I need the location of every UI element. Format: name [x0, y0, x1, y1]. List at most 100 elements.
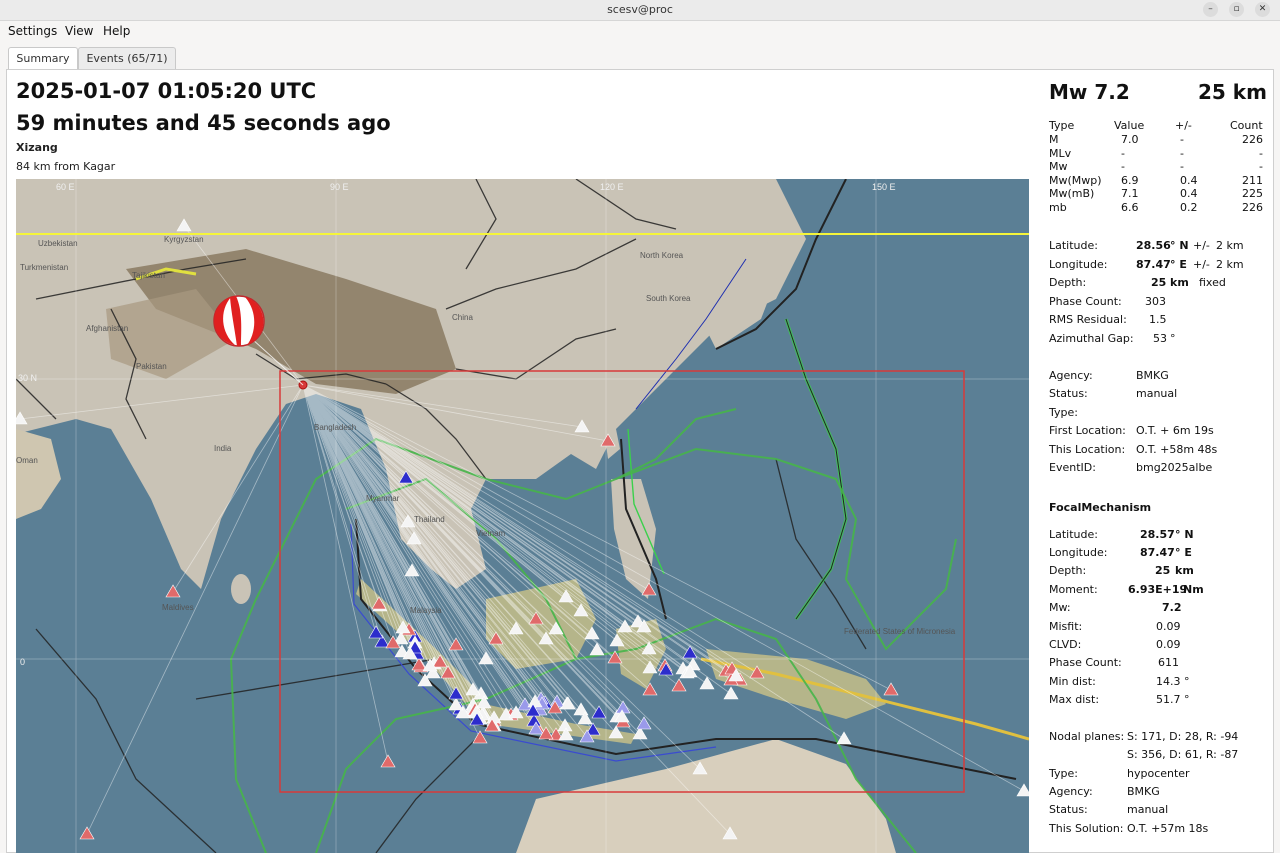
label-maldives: Maldives: [162, 603, 194, 612]
label-vietnam: Vietnam: [476, 529, 506, 538]
focal-nodal-2: S: 356, D: 61, R: -87: [1127, 748, 1239, 761]
focal-depth-unit: km: [1175, 564, 1194, 577]
mag-cell: -: [1180, 146, 1184, 160]
mag-cell: 226: [1242, 133, 1263, 146]
focal-misfit-value: 0.09: [1156, 620, 1181, 633]
label-india: India: [214, 444, 232, 453]
elapsed-time: 59 minutes and 45 seconds ago: [16, 111, 391, 135]
focal-solution-label: This Solution:: [1049, 822, 1124, 835]
mag-cell: 6.9: [1121, 173, 1139, 187]
focal-mindist-unit: °: [1184, 675, 1190, 688]
label-malaysia: Malaysia: [410, 606, 442, 615]
mag-cell: MLv: [1049, 146, 1072, 160]
focal-clvd-value: 0.09: [1156, 638, 1181, 651]
mag-cell: 211: [1242, 173, 1263, 187]
label-micronesia: Federated States of Micronesia: [844, 627, 956, 636]
focal-mw-label: Mw:: [1049, 601, 1071, 614]
focal-status-label: Status:: [1049, 803, 1088, 816]
mag-col-pm: +/-: [1175, 119, 1192, 132]
origin-lat-label: Latitude:: [1049, 239, 1098, 252]
origin-depth-note: fixed: [1199, 276, 1226, 289]
mag-cell: Mw(Mwp): [1049, 173, 1102, 187]
mag-cell: M: [1049, 133, 1059, 146]
origin-phase-value: 303: [1145, 295, 1166, 308]
label-myanmar: Myanmar: [366, 494, 400, 503]
mag-cell: 7.1: [1121, 187, 1139, 200]
event-map[interactable]: 60 E 90 E 120 E 150 E 30 N 0 Uzbekistan …: [16, 179, 1029, 853]
lon-label-150: 150 E: [872, 182, 896, 192]
beachball-icon[interactable]: [213, 295, 265, 347]
focal-mw-value: 7.2: [1162, 601, 1182, 614]
region-name: Xizang: [16, 141, 58, 154]
focal-phase-label: Phase Count:: [1049, 656, 1122, 669]
origin-depth-value: 25: [1151, 276, 1167, 289]
mag-col-count: Count: [1230, 119, 1263, 132]
origin-lon-label: Longitude:: [1049, 258, 1108, 271]
agency-row-label: First Location:: [1049, 424, 1126, 438]
lon-label-120: 120 E: [600, 182, 624, 192]
focal-moment-label: Moment:: [1049, 583, 1098, 596]
focal-maxdist-unit: °: [1184, 693, 1190, 706]
mag-cell: 6.6: [1121, 200, 1139, 214]
focal-heading: FocalMechanism: [1049, 501, 1152, 514]
agency-row-value: O.T. +58m 48s: [1136, 442, 1218, 456]
origin-gap-value: 53: [1153, 332, 1167, 345]
focal-mindist-label: Min dist:: [1049, 675, 1096, 688]
origin-depth-unit: km: [1170, 276, 1189, 289]
menu-help[interactable]: Help: [103, 24, 130, 38]
mag-cell: 226: [1242, 200, 1263, 214]
mag-cell: 0.4: [1180, 173, 1198, 187]
focal-mindist-value: 14.3: [1156, 675, 1181, 688]
origin-phase-label: Phase Count:: [1049, 295, 1122, 308]
label-turkmenistan: Turkmenistan: [20, 263, 68, 272]
origin-rms-label: RMS Residual:: [1049, 313, 1127, 326]
lon-label-60: 60 E: [56, 182, 75, 192]
focal-nodal-1: S: 171, D: 28, R: -94: [1127, 730, 1239, 743]
focal-type-value: hypocenter: [1127, 767, 1190, 780]
map-canvas[interactable]: 60 E 90 E 120 E 150 E 30 N 0 Uzbekistan …: [16, 179, 1029, 853]
tab-summary[interactable]: Summary: [8, 47, 78, 70]
lat-label-30n: 30 N: [18, 373, 37, 383]
agency-row-value: manual: [1136, 387, 1178, 401]
mag-cell: 7.0: [1121, 133, 1139, 146]
nearest-city: 84 km from Kagar: [16, 160, 116, 173]
label-north-korea: North Korea: [640, 251, 684, 260]
agency-row-value: bmg2025albe: [1136, 461, 1213, 474]
agency-row-label: This Location:: [1049, 442, 1126, 456]
label-uzbekistan: Uzbekistan: [38, 239, 78, 248]
maximize-button[interactable]: ▫: [1229, 2, 1244, 17]
focal-type-label: Type:: [1049, 767, 1078, 780]
focal-misfit-label: Misfit:: [1049, 620, 1083, 633]
focal-agency-label: Agency:: [1049, 785, 1093, 798]
mag-cell: 0.4: [1180, 187, 1198, 200]
mag-cell: mb: [1049, 200, 1067, 214]
label-oman: Oman: [16, 456, 38, 465]
focal-phase-value: 611: [1158, 656, 1179, 669]
menu-settings[interactable]: Settings: [8, 24, 57, 38]
origin-gap-unit: °: [1170, 332, 1176, 345]
mag-cell: -: [1259, 160, 1263, 173]
origin-lat-err: 2 km: [1216, 239, 1244, 252]
focal-maxdist-value: 51.7: [1156, 693, 1181, 706]
minimize-button[interactable]: –: [1203, 2, 1218, 17]
agency-row-value: O.T. + 6m 19s: [1136, 424, 1214, 438]
mag-cell: Mw(mB): [1049, 187, 1095, 200]
mag-cell: -: [1259, 146, 1263, 160]
origin-depth-label: Depth:: [1049, 276, 1087, 289]
origin-lon-err: 2 km: [1216, 258, 1244, 271]
close-button[interactable]: ✕: [1255, 2, 1270, 17]
origin-lon-pm: +/-: [1193, 258, 1210, 271]
agency-row-label: Status:: [1049, 387, 1088, 401]
mag-cell: -: [1121, 146, 1125, 160]
focal-lat-value: 28.57: [1140, 528, 1175, 541]
menu-view[interactable]: View: [65, 24, 93, 38]
agency-row-label: Agency:: [1049, 369, 1093, 382]
origin-time: 2025-01-07 01:05:20 UTC: [16, 79, 317, 103]
headline-magnitude: Mw 7.2: [1049, 80, 1130, 104]
label-afghanistan: Afghanistan: [86, 324, 128, 333]
origin-lat-pm: +/-: [1193, 239, 1210, 252]
window-title: scesv@proc: [607, 3, 673, 16]
tab-events[interactable]: Events (65/71): [78, 47, 176, 69]
label-china: China: [452, 313, 473, 322]
mag-cell: -: [1180, 160, 1184, 173]
